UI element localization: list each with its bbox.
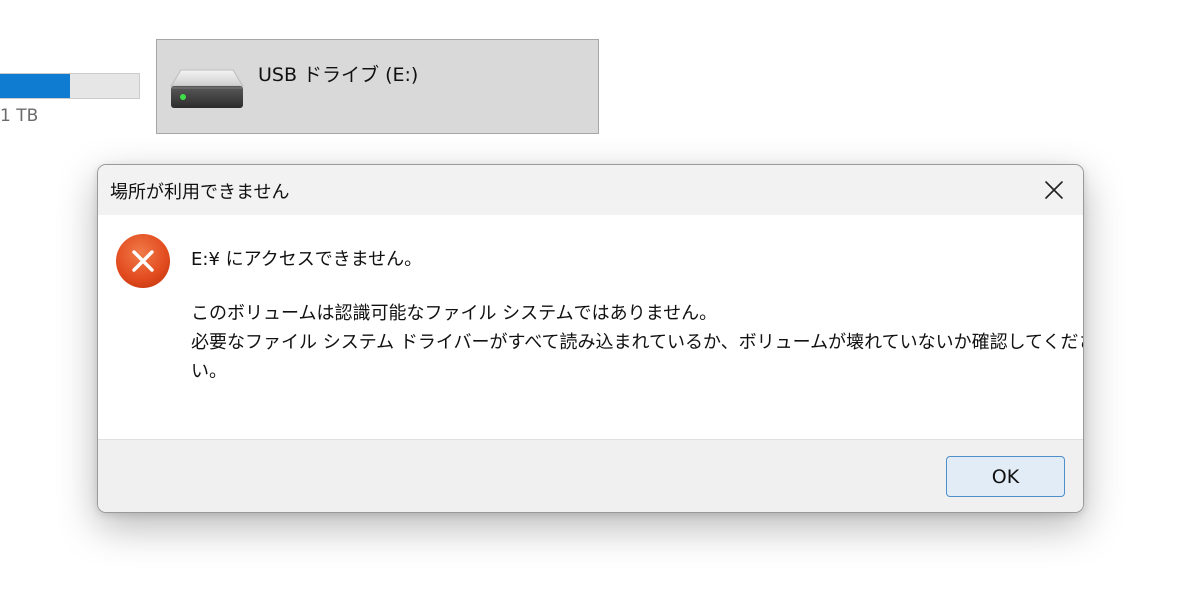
detail-line: い。 [191, 361, 227, 382]
dialog-titlebar[interactable]: 場所が利用できません [98, 165, 1083, 215]
drive-capacity-fill [0, 74, 70, 98]
error-icon [116, 234, 170, 288]
dialog-content: E:¥ にアクセスできません。 このボリュームは認識可能なファイル システムでは… [98, 215, 1083, 439]
detail-line: 必要なファイル システム ドライバーがすべて読み込まれているか、ボリュームが壊れ… [191, 332, 1084, 353]
close-icon [1045, 181, 1063, 199]
usb-drive-label: USB ドライブ (E:) [258, 64, 419, 86]
dialog-footer: OK [98, 439, 1083, 512]
close-button[interactable] [1025, 165, 1083, 215]
usb-drive-tile[interactable]: USB ドライブ (E:) [156, 39, 599, 134]
drive-capacity-bar [0, 73, 140, 99]
error-detail: このボリュームは認識可能なファイル システムではありません。 必要なファイル シ… [191, 299, 1084, 386]
dialog-title: 場所が利用できません [110, 182, 290, 203]
error-dialog: 場所が利用できません E:¥ にアクセスできません。 このボリュームは認識可能な… [97, 164, 1084, 513]
detail-line: このボリュームは認識可能なファイル システムではありません。 [191, 303, 718, 324]
drive-capacity-text: 1 TB [0, 106, 39, 126]
explorer-window: 1 TB USB ドライブ (E:) 場所が利用できません E:¥ にアクセスで… [0, 0, 1200, 599]
ok-button[interactable]: OK [946, 456, 1065, 497]
usb-drive-icon [170, 69, 244, 108]
error-message: E:¥ にアクセスできません。 [191, 249, 423, 270]
